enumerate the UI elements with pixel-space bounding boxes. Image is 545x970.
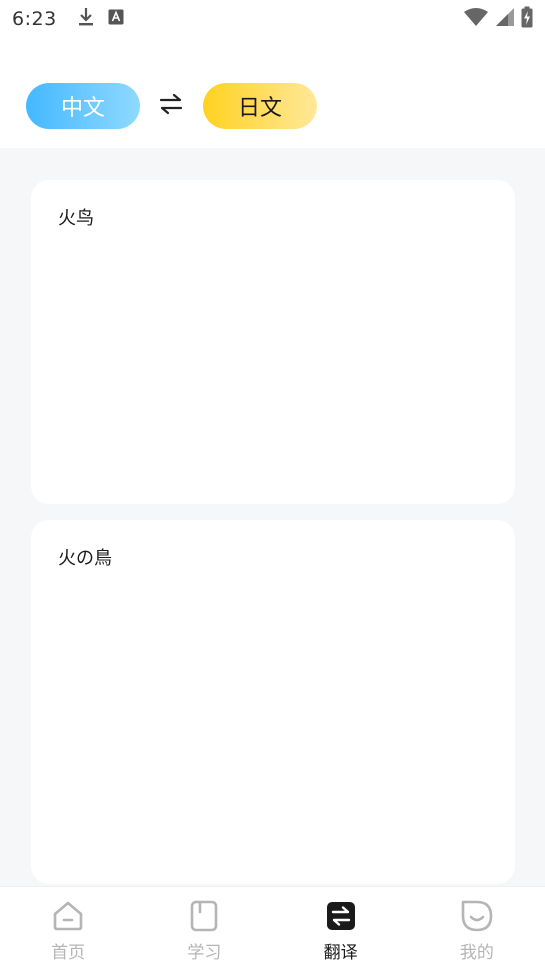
- nav-label-study: 学习: [187, 943, 222, 963]
- nav-label-profile: 我的: [459, 943, 494, 963]
- source-text-area[interactable]: 火鸟: [31, 180, 515, 504]
- source-text: 火鸟: [58, 208, 94, 229]
- battery-charging-icon: [521, 6, 533, 32]
- translation-result: 火の鳥: [31, 520, 515, 884]
- bottom-navigation: 首页 学习 翻译 我的: [0, 886, 545, 970]
- target-language-button[interactable]: 日文: [203, 83, 317, 129]
- source-language-button[interactable]: 中文: [26, 83, 140, 129]
- target-language-label: 日文: [237, 96, 282, 121]
- wifi-icon: [463, 7, 489, 31]
- download-icon: [78, 7, 94, 31]
- swap-arrows-icon: [159, 93, 183, 119]
- nav-item-translate[interactable]: 翻译: [273, 887, 409, 970]
- translated-text: 火の鳥: [58, 548, 112, 569]
- language-selector: 中文 日文: [0, 38, 545, 148]
- status-left-icons: [78, 7, 124, 31]
- status-time: 6:23: [12, 8, 57, 30]
- signal-icon: [495, 7, 515, 31]
- swap-language-button[interactable]: [154, 91, 188, 121]
- nav-item-study[interactable]: 学习: [136, 887, 272, 970]
- source-language-label: 中文: [60, 96, 105, 121]
- nav-label-translate: 翻译: [323, 943, 358, 963]
- profile-icon: [461, 900, 493, 932]
- nav-label-home: 首页: [51, 943, 86, 963]
- nav-item-profile[interactable]: 我的: [409, 887, 545, 970]
- status-bar: 6:23: [0, 0, 545, 38]
- keyboard-a-icon: [108, 9, 124, 29]
- nav-item-home[interactable]: 首页: [0, 887, 136, 970]
- translate-icon: [325, 900, 357, 932]
- book-icon: [188, 900, 220, 932]
- status-right-icons: [463, 6, 533, 32]
- home-icon: [52, 900, 84, 932]
- translate-screen: 6:23 中文 日文 火鸟 火の鳥 首页 学习 翻译 我的: [0, 0, 545, 970]
